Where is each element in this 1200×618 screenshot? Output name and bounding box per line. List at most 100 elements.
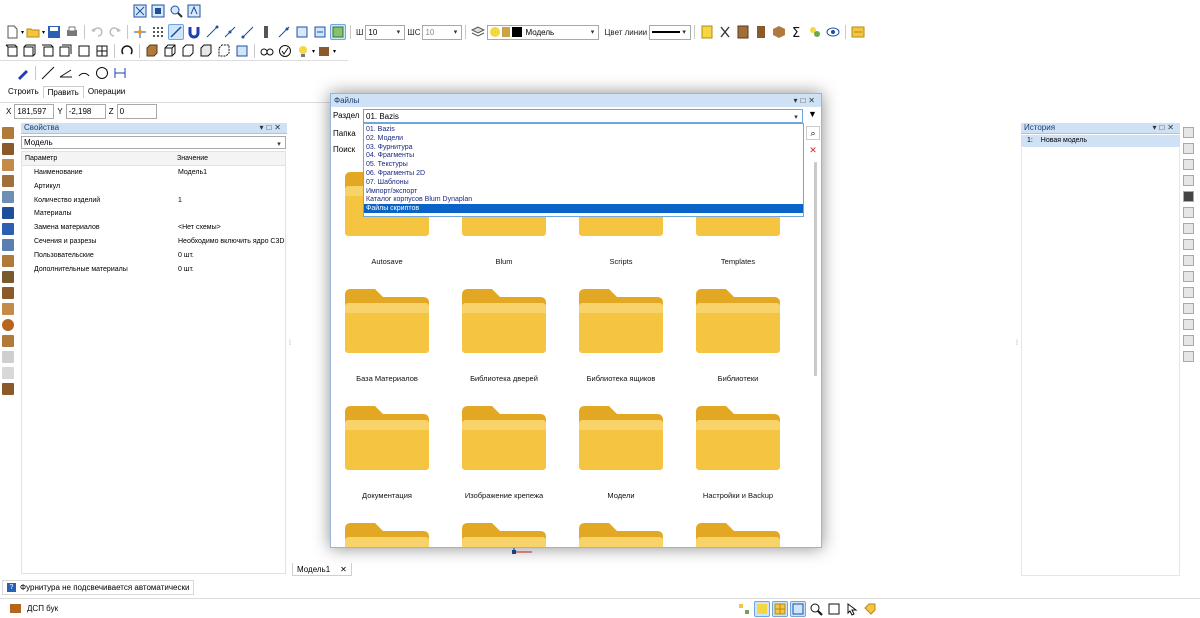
furniture-icon[interactable]: [735, 24, 751, 40]
line-tool-icon[interactable]: [40, 65, 56, 81]
history-item[interactable]: 1: Новая модель: [1021, 135, 1180, 147]
sphere-icon[interactable]: [2, 319, 14, 331]
folder-grid-scrollbar[interactable]: [814, 162, 817, 376]
notes-icon[interactable]: [699, 24, 715, 40]
glasses-icon[interactable]: [259, 43, 275, 59]
panel-h-icon[interactable]: [2, 127, 14, 139]
folder-label[interactable]: Templates: [683, 257, 793, 266]
layers-icon[interactable]: [470, 24, 486, 40]
status-snap-icon[interactable]: [790, 600, 806, 617]
folder-label[interactable]: Модели: [566, 491, 676, 500]
right-tool-10-icon[interactable]: [1183, 271, 1194, 282]
status-frame-icon[interactable]: [826, 601, 842, 617]
tab-build[interactable]: Строить: [4, 86, 43, 98]
cabinet-icon[interactable]: [753, 24, 769, 40]
snap-bolt-icon[interactable]: [258, 24, 274, 40]
view-right-icon[interactable]: [58, 43, 74, 59]
grid-snap-icon[interactable]: [150, 24, 166, 40]
section-option[interactable]: Каталог корпусов Blum Dynaplan: [364, 195, 803, 204]
section-option[interactable]: Файлы скриптов: [364, 204, 803, 213]
status-grid-icon[interactable]: [772, 600, 788, 617]
eye-icon[interactable]: [825, 24, 841, 40]
shade-hidden-icon[interactable]: [180, 43, 196, 59]
section-option[interactable]: 06. Фрагменты 2D: [364, 169, 803, 178]
status-tree-icon[interactable]: [736, 601, 752, 617]
view-iso-icon[interactable]: [94, 43, 110, 59]
close-tab-icon[interactable]: ✕: [340, 565, 347, 574]
property-value[interactable]: 0 шт.: [178, 249, 194, 262]
folder-label[interactable]: Scripts: [566, 257, 676, 266]
status-cursor-icon[interactable]: [844, 601, 860, 617]
profile-icon[interactable]: [2, 271, 14, 283]
right-tool-11-icon[interactable]: [1183, 287, 1194, 298]
properties-selector[interactable]: Модель ▾: [21, 136, 286, 149]
view-front-icon[interactable]: [4, 43, 20, 59]
section-option[interactable]: 03. Фурнитура: [364, 143, 803, 152]
snap-cursor-icon[interactable]: [132, 24, 148, 40]
folder-icon[interactable]: [694, 287, 782, 355]
right-tool-5-icon[interactable]: [1183, 191, 1194, 202]
cut-icon[interactable]: [2, 191, 14, 203]
zoom-all-icon[interactable]: [150, 3, 166, 19]
right-tool-8-icon[interactable]: [1183, 239, 1194, 250]
property-row[interactable]: Артикул: [21, 180, 286, 194]
edge-icon[interactable]: [2, 239, 14, 251]
snap-end-icon[interactable]: [204, 24, 220, 40]
redo-icon[interactable]: [107, 24, 123, 40]
property-row[interactable]: Количество изделий 1: [21, 194, 286, 208]
folder-label[interactable]: Изображение крепежа: [449, 491, 559, 500]
pyramid-icon[interactable]: [2, 335, 14, 347]
hardware-icon[interactable]: [807, 24, 823, 40]
sum-icon[interactable]: Σ: [789, 24, 805, 40]
line-color-combo[interactable]: ▾: [649, 24, 692, 40]
circle-tool-icon[interactable]: [94, 65, 110, 81]
view-top-icon[interactable]: [76, 43, 92, 59]
shade-edges-icon[interactable]: [198, 43, 214, 59]
angle-line-tool-icon[interactable]: [58, 65, 74, 81]
zoom-extents-icon[interactable]: [186, 3, 202, 19]
panel-back-icon[interactable]: [2, 175, 14, 187]
folder-label[interactable]: Документация: [335, 491, 442, 500]
section-option[interactable]: 04. Фрагменты: [364, 151, 803, 160]
dimension-tool-icon[interactable]: [112, 65, 128, 81]
shade-transparent-icon[interactable]: [216, 43, 232, 59]
splitter-grip-right[interactable]: ⁞: [1016, 340, 1018, 347]
snap-perp-icon[interactable]: [240, 24, 256, 40]
snap-nearest-icon[interactable]: [276, 24, 292, 40]
toolbox-icon[interactable]: [850, 24, 866, 40]
zoom-window-icon[interactable]: [132, 3, 148, 19]
right-tool-14-icon[interactable]: [1183, 335, 1194, 346]
property-value[interactable]: 1: [178, 194, 182, 207]
right-tool-15-icon[interactable]: [1183, 351, 1194, 362]
section-option[interactable]: 07. Шаблоны: [364, 178, 803, 187]
right-tool-1-icon[interactable]: [1183, 127, 1194, 138]
scissors-icon[interactable]: [717, 24, 733, 40]
print-icon[interactable]: [64, 24, 80, 40]
splitter-grip-left[interactable]: ⁞: [289, 340, 291, 347]
section-option[interactable]: 02. Модели: [364, 134, 803, 143]
status-edit-icon[interactable]: [754, 600, 770, 617]
view-back-icon[interactable]: [22, 43, 38, 59]
property-row[interactable]: Замена материалов <Нет схемы>: [21, 221, 286, 235]
folder-icon[interactable]: [694, 521, 782, 547]
right-tool-3-icon[interactable]: [1183, 159, 1194, 170]
files-dialog-titlebar[interactable]: Файлы ▾□✕: [331, 94, 821, 107]
viewport-tab[interactable]: Модель1 ✕: [292, 563, 352, 576]
folder-icon[interactable]: [343, 287, 431, 355]
right-tool-12-icon[interactable]: [1183, 303, 1194, 314]
material-icon[interactable]: [316, 43, 332, 59]
folder-icon[interactable]: [460, 287, 548, 355]
panel-front-icon[interactable]: [2, 159, 14, 171]
folder-label[interactable]: Blum: [449, 257, 559, 266]
right-tool-13-icon[interactable]: [1183, 319, 1194, 330]
panel-v-icon[interactable]: [2, 143, 14, 155]
arc-tool-icon[interactable]: [76, 65, 92, 81]
panel-controls[interactable]: ▾□✕: [259, 123, 284, 133]
view-left-icon[interactable]: [40, 43, 56, 59]
check-icon[interactable]: [277, 43, 293, 59]
stair-icon[interactable]: [2, 255, 14, 267]
right-tool-6-icon[interactable]: [1183, 207, 1194, 218]
folder-label[interactable]: Библиотека дверей: [449, 374, 559, 383]
undo-icon[interactable]: [89, 24, 105, 40]
folder-icon[interactable]: [577, 404, 665, 472]
